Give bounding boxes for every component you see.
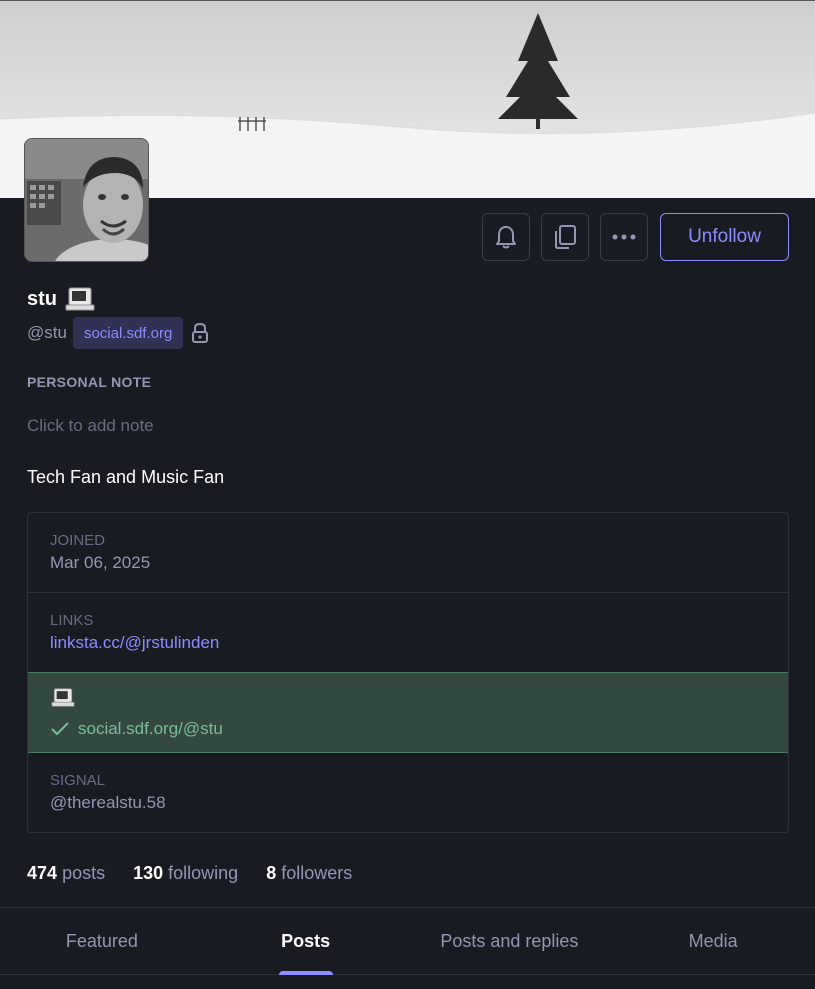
field-signal: SIGNAL @therealstu.58	[28, 753, 788, 832]
personal-note-input[interactable]: Click to add note	[27, 416, 154, 436]
account-handle: @stu	[27, 323, 67, 342]
verified-link[interactable]: social.sdf.org/@stu	[78, 719, 223, 739]
field-label: SIGNAL	[50, 772, 106, 789]
copy-link-button[interactable]	[541, 213, 589, 261]
copy-icon	[555, 225, 576, 249]
tab-media[interactable]: Media	[611, 908, 815, 974]
field-value: @therealstu.58	[50, 793, 166, 812]
field-label: JOINED	[50, 532, 106, 549]
domain-badge[interactable]: social.sdf.org	[72, 317, 184, 349]
unfollow-button[interactable]: Unfollow	[660, 213, 789, 261]
account-counts: 474 posts 130 following 8 followers	[27, 863, 352, 884]
tab-posts-and-replies[interactable]: Posts and replies	[408, 908, 612, 974]
count-number: 130	[133, 863, 164, 883]
field-verified: social.sdf.org/@stu	[28, 672, 788, 753]
display-name-text: stu	[27, 287, 57, 310]
field-links: LINKS linksta.cc/@jrstulinden	[28, 593, 788, 673]
computer-emoji-icon	[51, 688, 765, 712]
profile-fields: JOINED Mar 06, 2025 LINKS linksta.cc/@jr…	[27, 512, 789, 833]
lock-icon	[191, 322, 209, 344]
field-joined: JOINED Mar 06, 2025	[28, 513, 788, 593]
count-number: 8	[266, 863, 277, 883]
count-number: 474	[27, 863, 58, 883]
ellipsis-icon	[612, 234, 636, 240]
bio-text: Tech Fan and Music Fan	[27, 467, 225, 487]
personal-note-label: PERSONAL NOTE	[27, 374, 152, 390]
count-label: followers	[281, 863, 353, 883]
field-value: Mar 06, 2025	[50, 553, 151, 572]
profile-tabs: Featured Posts Posts and replies Media	[0, 907, 815, 975]
following-count[interactable]: 130 following	[133, 863, 238, 884]
more-options-button[interactable]	[600, 213, 648, 261]
checkmark-icon	[51, 722, 69, 736]
notify-button[interactable]	[482, 213, 530, 261]
count-label: following	[168, 863, 239, 883]
field-label: LINKS	[50, 612, 94, 629]
account-handle-row: @stu social.sdf.org	[27, 317, 209, 349]
field-link[interactable]: linksta.cc/@jrstulinden	[50, 633, 766, 653]
display-name: stu	[27, 287, 95, 311]
avatar-photo	[25, 139, 148, 261]
tab-featured[interactable]: Featured	[0, 908, 204, 974]
posts-count[interactable]: 474 posts	[27, 863, 105, 884]
count-label: posts	[62, 863, 106, 883]
followers-count[interactable]: 8 followers	[266, 863, 352, 884]
avatar[interactable]	[24, 138, 149, 262]
tab-posts[interactable]: Posts	[204, 908, 408, 974]
verified-link-row: social.sdf.org/@stu	[51, 719, 765, 739]
computer-emoji-icon	[65, 287, 95, 311]
bell-icon	[496, 226, 516, 249]
